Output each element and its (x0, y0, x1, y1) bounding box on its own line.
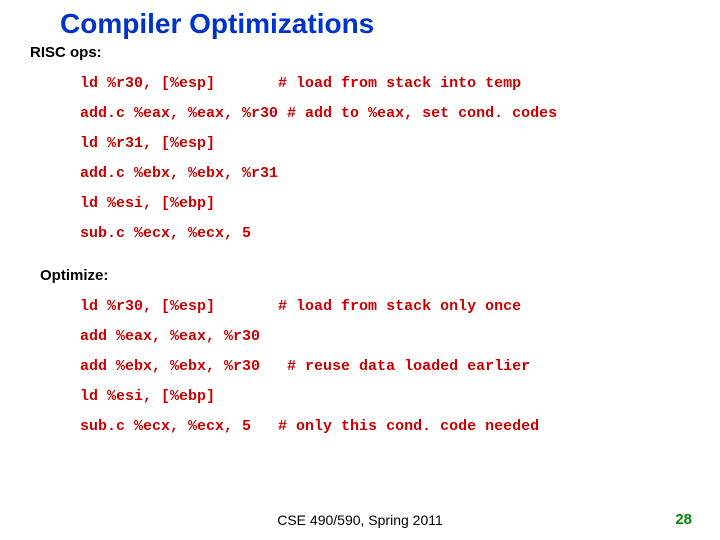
code-line: sub.c %ecx, %ecx, 5 # only this cond. co… (80, 412, 720, 442)
code-line: ld %esi, [%ebp] (80, 189, 720, 219)
code-line: add.c %eax, %eax, %r30 # add to %eax, se… (80, 99, 720, 129)
code-text: ld %r30, [%esp] (80, 75, 278, 92)
risc-ops-label: RISC ops: (0, 40, 720, 61)
code-line: add %ebx, %ebx, %r30 # reuse data loaded… (80, 352, 720, 382)
code-line: ld %r30, [%esp] # load from stack only o… (80, 292, 720, 322)
footer-text: CSE 490/590, Spring 2011 (0, 512, 720, 528)
code-comment: # add to %eax, set cond. codes (287, 105, 557, 122)
code-text: sub.c %ecx, %ecx, 5 (80, 418, 278, 435)
code-line: ld %esi, [%ebp] (80, 382, 720, 412)
code-text: ld %r30, [%esp] (80, 298, 278, 315)
code-comment: # reuse data loaded earlier (287, 358, 530, 375)
code-comment: # only this cond. code needed (278, 418, 539, 435)
code-text: add.c %eax, %eax, %r30 (80, 105, 287, 122)
page-number: 28 (675, 511, 692, 528)
optimize-code-block: ld %r30, [%esp] # load from stack only o… (0, 284, 720, 442)
risc-code-block: ld %r30, [%esp] # load from stack into t… (0, 61, 720, 249)
optimize-label: Optimize: (0, 249, 720, 284)
code-line: ld %r30, [%esp] # load from stack into t… (80, 69, 720, 99)
slide-title: Compiler Optimizations (0, 0, 720, 40)
code-line: add.c %ebx, %ebx, %r31 (80, 159, 720, 189)
code-line: sub.c %ecx, %ecx, 5 (80, 219, 720, 249)
code-line: add %eax, %eax, %r30 (80, 322, 720, 352)
code-line: ld %r31, [%esp] (80, 129, 720, 159)
code-comment: # load from stack into temp (278, 75, 521, 92)
code-text: add %ebx, %ebx, %r30 (80, 358, 287, 375)
code-comment: # load from stack only once (278, 298, 521, 315)
